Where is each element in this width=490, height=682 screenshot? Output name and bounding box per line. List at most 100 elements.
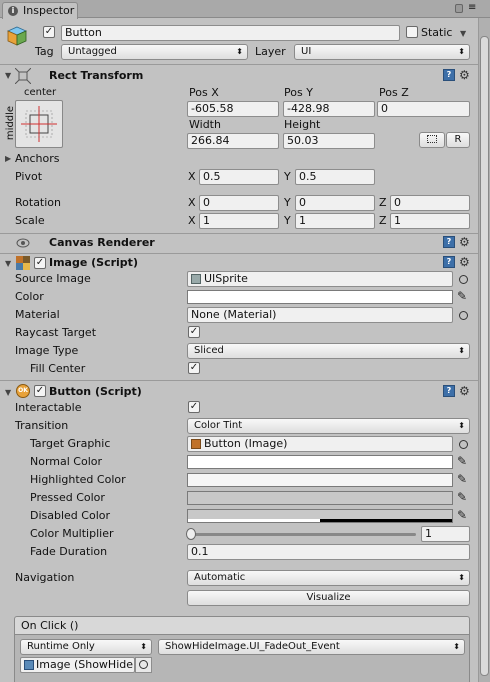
- help-icon[interactable]: ?: [443, 69, 455, 81]
- chevron-down-icon: ⬍: [458, 573, 465, 582]
- color-multiplier-slider-track[interactable]: [190, 533, 416, 536]
- transition-label: Transition: [15, 419, 69, 432]
- onclick-title: On Click (): [21, 619, 79, 632]
- navigation-label: Navigation: [15, 571, 75, 584]
- image-type-dropdown[interactable]: Sliced ⬍: [187, 343, 470, 359]
- target-graphic-field[interactable]: Button (Image): [187, 436, 453, 452]
- help-icon[interactable]: ?: [443, 385, 455, 397]
- pivot-x-label: X: [188, 170, 196, 183]
- divider: [0, 380, 478, 381]
- static-label: Static: [421, 26, 453, 39]
- chevron-down-icon: ⬍: [453, 642, 460, 651]
- lock-icon[interactable]: [455, 4, 463, 13]
- static-checkbox[interactable]: [406, 26, 418, 38]
- pressed-color-label: Pressed Color: [30, 491, 105, 504]
- scale-z-input[interactable]: 1: [390, 213, 470, 229]
- pivot-x-input[interactable]: 0.5: [199, 169, 279, 185]
- highlighted-color-swatch[interactable]: [187, 473, 453, 487]
- disabled-color-swatch[interactable]: [187, 509, 453, 523]
- pivot-y-input[interactable]: 0.5: [295, 169, 375, 185]
- gear-icon[interactable]: ⚙: [459, 236, 470, 248]
- anchors-foldout-arrow-icon[interactable]: ▶: [5, 154, 11, 164]
- rotation-x-input[interactable]: 0: [199, 195, 279, 211]
- normal-color-swatch[interactable]: [187, 455, 453, 469]
- target-graphic-value: Button (Image): [204, 437, 288, 450]
- pos-z-label: Pos Z: [379, 86, 409, 99]
- eyedropper-icon[interactable]: ✎: [457, 472, 467, 486]
- tag-dropdown-value: Untagged: [68, 46, 117, 57]
- eyedropper-icon[interactable]: ✎: [457, 454, 467, 468]
- width-input[interactable]: 266.84: [187, 133, 279, 149]
- source-image-field[interactable]: UISprite: [187, 271, 453, 287]
- tab-inspector[interactable]: i Inspector: [2, 2, 78, 19]
- anchors-label[interactable]: Anchors: [15, 152, 60, 166]
- button-enabled-checkbox[interactable]: ✓: [34, 385, 46, 397]
- rotation-z-input[interactable]: 0: [390, 195, 470, 211]
- chevron-down-icon: ⬍: [458, 346, 465, 355]
- rect-transform-title: Rect Transform: [49, 69, 144, 82]
- foldout-arrow-icon[interactable]: ▼: [5, 71, 11, 81]
- scale-y-input[interactable]: 1: [295, 213, 375, 229]
- tag-dropdown[interactable]: Untagged ⬍: [61, 44, 248, 60]
- chevron-down-icon: ⬍: [140, 642, 147, 651]
- blueprint-mode-button[interactable]: [419, 132, 445, 148]
- object-picker-icon[interactable]: [459, 275, 468, 284]
- color-multiplier-input[interactable]: 1: [421, 526, 470, 542]
- onclick-function-dropdown[interactable]: ShowHideImage.UI_FadeOut_Event ⬍: [158, 639, 465, 655]
- eyedropper-icon[interactable]: ✎: [457, 490, 467, 504]
- divider: [0, 233, 478, 234]
- layer-dropdown-value: UI: [301, 46, 312, 57]
- image-script-title: Image (Script): [49, 256, 138, 269]
- static-dropdown-arrow[interactable]: ▼: [460, 29, 466, 39]
- interactable-label: Interactable: [15, 401, 82, 414]
- fade-duration-label: Fade Duration: [30, 545, 108, 558]
- scale-x-input[interactable]: 1: [199, 213, 279, 229]
- layer-dropdown[interactable]: UI ⬍: [294, 44, 470, 60]
- foldout-arrow-icon[interactable]: ▼: [5, 259, 11, 269]
- onclick-object-field[interactable]: Image (ShowHide: [20, 657, 135, 673]
- eyedropper-icon[interactable]: ✎: [457, 289, 467, 303]
- pos-z-input[interactable]: 0: [377, 101, 470, 117]
- pos-x-input[interactable]: -605.58: [187, 101, 279, 117]
- color-multiplier-slider-thumb[interactable]: [186, 528, 196, 540]
- scrollbar-thumb[interactable]: [480, 36, 489, 676]
- raycast-target-checkbox[interactable]: ✓: [188, 326, 200, 338]
- raw-edit-button[interactable]: R: [446, 132, 470, 148]
- object-name-input[interactable]: Button: [61, 25, 400, 41]
- interactable-checkbox[interactable]: ✓: [188, 401, 200, 413]
- help-icon[interactable]: ?: [443, 256, 455, 268]
- material-field[interactable]: None (Material): [187, 307, 453, 323]
- fill-center-checkbox[interactable]: ✓: [188, 362, 200, 374]
- eyedropper-icon[interactable]: ✎: [457, 508, 467, 522]
- image-component-icon: [191, 439, 201, 449]
- info-icon: i: [8, 6, 18, 16]
- transition-dropdown[interactable]: Color Tint ⬍: [187, 418, 470, 434]
- gear-icon[interactable]: ⚙: [459, 256, 470, 268]
- anchor-preset-button[interactable]: [15, 100, 63, 148]
- rect-transform-icon: [14, 67, 32, 85]
- gear-icon[interactable]: ⚙: [459, 385, 470, 397]
- object-picker-button[interactable]: [135, 657, 152, 673]
- help-icon[interactable]: ?: [443, 236, 455, 248]
- foldout-arrow-icon[interactable]: ▼: [5, 388, 11, 398]
- color-swatch[interactable]: [187, 290, 453, 304]
- visualize-button[interactable]: Visualize: [187, 590, 470, 606]
- onclick-header: On Click (): [14, 616, 470, 635]
- navigation-dropdown[interactable]: Automatic ⬍: [187, 570, 470, 586]
- onclick-runtime-dropdown[interactable]: Runtime Only ⬍: [20, 639, 152, 655]
- pos-y-input[interactable]: -428.98: [283, 101, 375, 117]
- gear-icon[interactable]: ⚙: [459, 69, 470, 81]
- scale-y-label: Y: [284, 214, 291, 227]
- pressed-color-swatch[interactable]: [187, 491, 453, 505]
- fade-duration-input[interactable]: 0.1: [187, 544, 470, 560]
- active-checkbox[interactable]: ✓: [43, 26, 55, 38]
- object-picker-icon[interactable]: [459, 440, 468, 449]
- rotation-y-input[interactable]: 0: [295, 195, 375, 211]
- image-enabled-checkbox[interactable]: ✓: [34, 257, 46, 269]
- menu-icon[interactable]: ≡: [468, 3, 476, 13]
- pivot-y-label: Y: [284, 170, 291, 183]
- button-script-title: Button (Script): [49, 385, 142, 398]
- height-input[interactable]: 50.03: [283, 133, 375, 149]
- object-picker-icon[interactable]: [459, 311, 468, 320]
- canvas-renderer-icon: [16, 237, 30, 249]
